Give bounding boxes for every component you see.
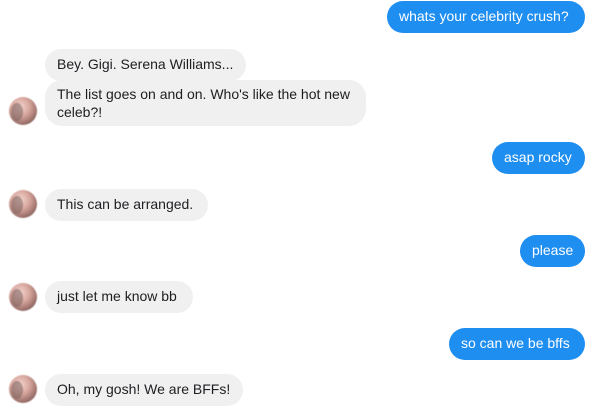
outgoing-message-bubble[interactable]: so can we be bffs [449,328,585,360]
message-text: The list goes on and on. Who's like the … [57,86,350,120]
outgoing-message-bubble[interactable]: asap rocky [492,142,585,174]
message-text: asap rocky [504,149,572,165]
outgoing-message-bubble[interactable]: whats your celebrity crush? [387,1,585,33]
contact-avatar[interactable] [9,190,37,218]
incoming-message-bubble[interactable]: just let me know bb [45,281,193,313]
message-text: This can be arranged. [57,196,194,212]
incoming-message-bubble[interactable]: Bey. Gigi. Serena Williams... [45,49,246,81]
message-text: please [532,242,574,258]
incoming-message-bubble[interactable]: Oh, my gosh! We are BFFs! [45,374,243,406]
message-text: Oh, my gosh! We are BFFs! [57,381,231,397]
message-text: whats your celebrity crush? [399,8,569,24]
contact-avatar[interactable] [9,375,37,403]
outgoing-message-bubble[interactable]: please [520,235,585,267]
message-text: so can we be bffs [461,335,570,351]
incoming-message-bubble[interactable]: This can be arranged. [45,189,208,221]
message-text: just let me know bb [57,288,177,304]
incoming-message-bubble[interactable]: The list goes on and on. Who's like the … [45,80,366,126]
contact-avatar[interactable] [9,283,37,311]
contact-avatar[interactable] [9,97,37,125]
message-text: Bey. Gigi. Serena Williams... [57,56,234,72]
